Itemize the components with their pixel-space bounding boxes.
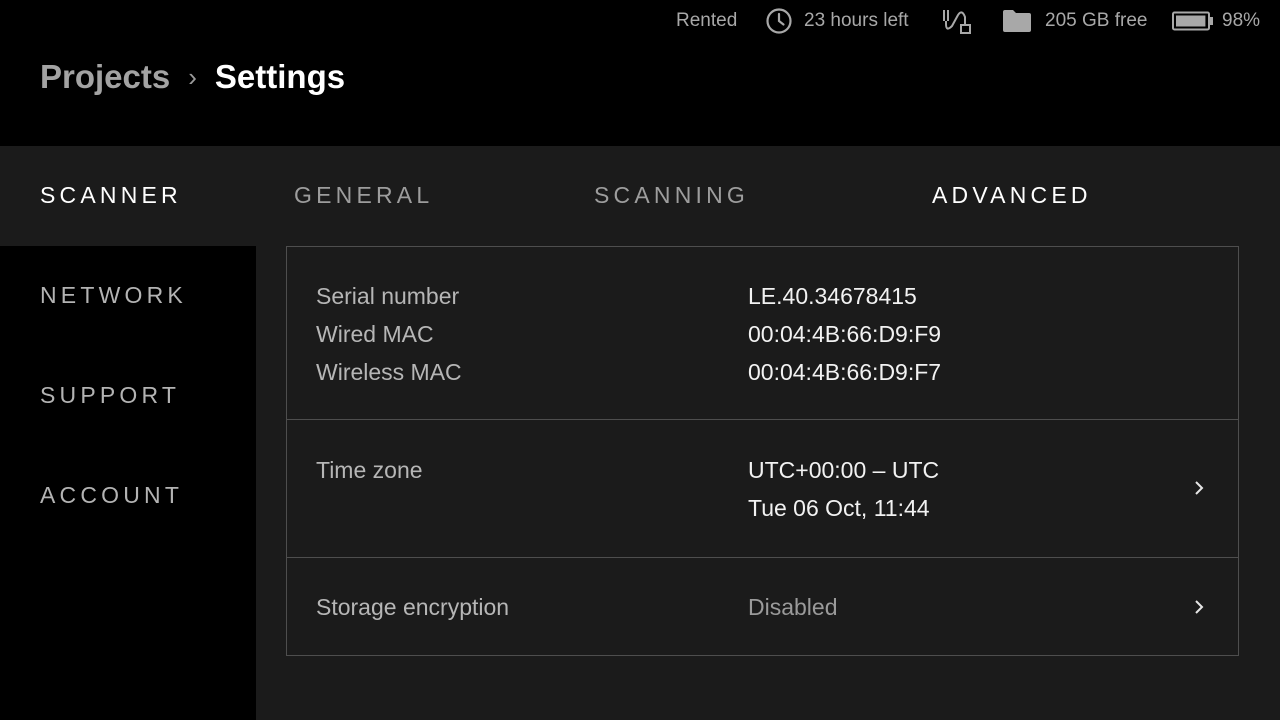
chevron-right-icon — [1194, 480, 1204, 501]
main-area: SCANNER NETWORK SUPPORT ACCOUNT GENERAL … — [0, 146, 1280, 720]
breadcrumb: Projects › Settings — [40, 58, 345, 96]
time-zone-row[interactable]: Time zone UTC+00:00 – UTC Tue 06 Oct, 11… — [287, 420, 1238, 558]
breadcrumb-projects[interactable]: Projects — [40, 58, 170, 96]
tab-scanning[interactable]: SCANNING — [594, 182, 749, 209]
page-title: Settings — [214, 58, 346, 95]
status-bar: Rented 23 hours left 205 GB free 98% — [0, 0, 1280, 42]
storage-encryption-label: Storage encryption — [316, 594, 510, 620]
storage-encryption-value: Disabled — [748, 594, 838, 620]
clock-icon — [765, 0, 793, 42]
time-left: 23 hours left — [804, 10, 909, 31]
time-zone-value: UTC+00:00 – UTC — [748, 457, 940, 483]
sidebar-item-scanner[interactable]: SCANNER — [40, 182, 182, 209]
serial-number-label: Serial number — [316, 283, 460, 309]
current-datetime: Tue 06 Oct, 11:44 — [748, 495, 930, 521]
chevron-right-icon: › — [188, 61, 197, 92]
settings-panel: Serial number LE.40.34678415 Wired MAC 0… — [286, 246, 1239, 656]
wired-mac-label: Wired MAC — [316, 321, 434, 347]
wireless-mac-label: Wireless MAC — [316, 359, 462, 385]
time-zone-label: Time zone — [316, 457, 423, 483]
battery-icon — [1172, 0, 1214, 42]
chevron-right-icon — [1194, 599, 1204, 620]
serial-number-value: LE.40.34678415 — [748, 283, 917, 309]
sidebar-item-network[interactable]: NETWORK — [40, 282, 187, 309]
storage-free: 205 GB free — [1045, 10, 1148, 31]
tab-general[interactable]: GENERAL — [294, 182, 433, 209]
wired-mac-value: 00:04:4B:66:D9:F9 — [748, 321, 942, 347]
sidebar: NETWORK SUPPORT ACCOUNT — [0, 246, 256, 720]
storage-encryption-row[interactable]: Storage encryption Disabled — [287, 558, 1238, 656]
cable-icon — [941, 0, 973, 42]
rental-status: Rented — [676, 10, 738, 31]
device-info-section: Serial number LE.40.34678415 Wired MAC 0… — [287, 247, 1238, 420]
sidebar-item-account[interactable]: ACCOUNT — [40, 482, 183, 509]
wireless-mac-value: 00:04:4B:66:D9:F7 — [748, 359, 942, 385]
battery-percent: 98% — [1222, 10, 1261, 31]
folder-icon — [1002, 0, 1032, 42]
sidebar-item-support[interactable]: SUPPORT — [40, 382, 180, 409]
tab-advanced[interactable]: ADVANCED — [932, 182, 1092, 209]
